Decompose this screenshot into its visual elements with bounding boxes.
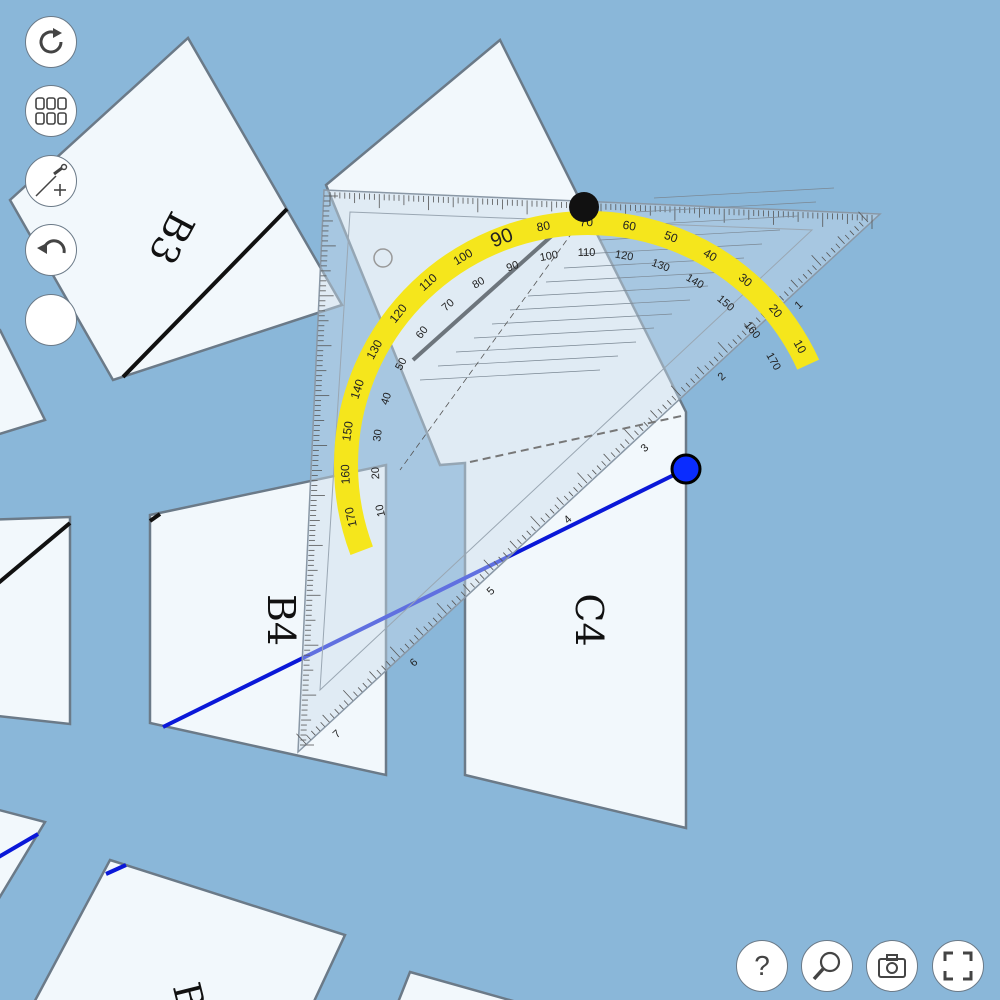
fullscreen-icon bbox=[943, 951, 973, 981]
workspace[interactable]: B3 B4 C4 B 1234567 102030405060708090100… bbox=[0, 0, 1000, 1000]
undo-button[interactable] bbox=[25, 224, 77, 276]
grid-icon bbox=[35, 97, 67, 125]
pen-plus-icon bbox=[35, 163, 68, 197]
protractor-inner-label: 30 bbox=[371, 429, 385, 443]
grid-button[interactable] bbox=[25, 85, 77, 137]
piece-left-lower[interactable] bbox=[0, 805, 47, 905]
zoom-button[interactable] bbox=[801, 940, 853, 992]
protractor-inner-label: 110 bbox=[578, 247, 596, 259]
protractor-inner-label: 10 bbox=[374, 503, 388, 518]
protractor-outer-label: 150 bbox=[339, 420, 356, 442]
setsquare-scale-label: 6 bbox=[408, 656, 421, 669]
undo-icon bbox=[37, 239, 66, 254]
rotate-button[interactable] bbox=[25, 16, 77, 68]
draw-line-button[interactable] bbox=[25, 155, 77, 207]
camera-button[interactable] bbox=[866, 940, 918, 992]
piece-left-middle[interactable] bbox=[0, 515, 72, 726]
piece-bottom-right[interactable] bbox=[395, 970, 545, 1000]
blank-button[interactable] bbox=[25, 294, 77, 346]
fullscreen-button[interactable] bbox=[932, 940, 984, 992]
help-icon: ? bbox=[754, 950, 770, 981]
protractor-outer-label: 60 bbox=[622, 218, 638, 234]
piece-bottom-b[interactable] bbox=[30, 858, 347, 1000]
protractor-inner-label: 20 bbox=[370, 467, 382, 480]
zoom-icon bbox=[812, 951, 841, 981]
label-b4: B4 bbox=[259, 594, 303, 646]
setsquare-scale-label: 2 bbox=[716, 370, 729, 383]
camera-icon bbox=[878, 954, 906, 978]
piece-left-upper[interactable] bbox=[0, 328, 47, 440]
protractor-inner-label: 170 bbox=[763, 351, 782, 373]
protractor-outer-label: 160 bbox=[338, 464, 353, 485]
blue-handle[interactable] bbox=[670, 453, 702, 485]
help-button[interactable]: ? bbox=[736, 940, 788, 992]
label-c4: C4 bbox=[567, 593, 611, 646]
setsquare-scale-label: 1 bbox=[793, 299, 806, 312]
rotate-handle[interactable] bbox=[569, 192, 599, 222]
rotate-icon bbox=[39, 28, 63, 54]
hatch-line bbox=[653, 187, 835, 199]
